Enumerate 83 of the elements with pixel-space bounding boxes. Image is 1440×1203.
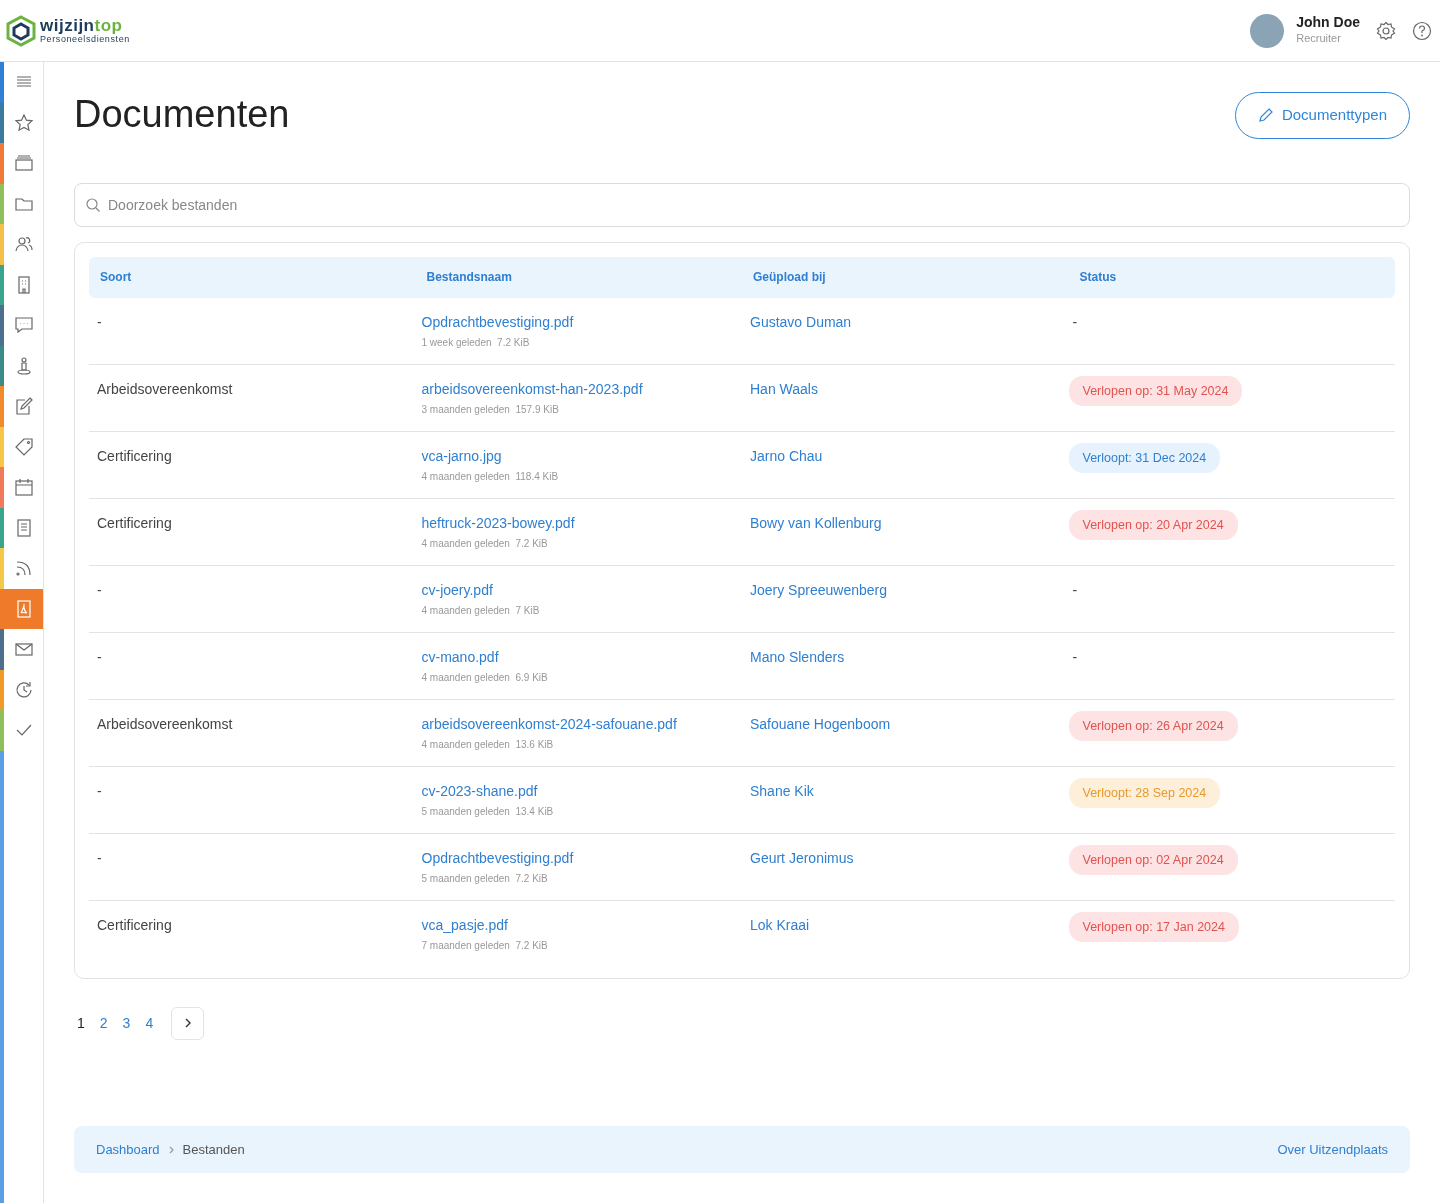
table-cell-text: - [1071, 647, 1078, 667]
table-cell-text: Arbeidsovereenkomst [96, 379, 234, 399]
page-link[interactable]: 2 [96, 1012, 111, 1034]
breadcrumb-item[interactable]: Dashboard [96, 1139, 160, 1160]
table-cell-text: Certificering [96, 915, 173, 935]
breadcrumb-item: Bestanden [182, 1140, 245, 1159]
file-meta: 5 maanden geleden 13.4 KiB [421, 804, 555, 819]
file-link[interactable]: heftruck-2023-bowey.pdf [421, 512, 575, 534]
search-field[interactable]: Doorzoek bestanden [74, 182, 1410, 227]
uploader-link[interactable]: Shane Kik [742, 780, 814, 802]
table-cell-text: Arbeidsovereenkomst [96, 714, 234, 734]
file-link[interactable]: arbeidsovereenkomst-2024-safouane.pdf [421, 713, 677, 735]
uploader-link[interactable]: Safouane Hogenboom [742, 713, 891, 735]
file-link[interactable]: vca_pasje.pdf [421, 914, 508, 936]
file-link[interactable]: cv-joery.pdf [421, 579, 493, 601]
column-header: Bestandsnaam [425, 269, 513, 286]
file-link[interactable]: arbeidsovereenkomst-han-2023.pdf [421, 378, 643, 400]
about-link[interactable]: Over Uitzendplaats [1277, 1139, 1388, 1160]
file-link[interactable]: vca-jarno.jpg [421, 445, 502, 467]
status-badge: Verlopen op: 31 May 2024 [1068, 375, 1243, 407]
calendar-icon [13, 477, 34, 498]
uploader-link[interactable]: Bowy van Kollenburg [742, 512, 882, 534]
brand-tagline: Personeelsdiensten [40, 33, 130, 45]
document-types-button[interactable]: Documenttypen [1234, 92, 1410, 139]
file-link[interactable]: cv-2023-shane.pdf [421, 780, 538, 802]
file-meta: 3 maanden geleden 157.9 KiB [421, 402, 560, 417]
star-icon [13, 112, 34, 133]
table-cell-text: - [96, 580, 103, 600]
table-cell-text: - [96, 647, 103, 667]
uploader-link[interactable]: Geurt Jeronimus [742, 847, 854, 869]
file-meta: 1 week geleden 7.2 KiB [421, 335, 531, 350]
table-cell-text: - [1071, 312, 1078, 332]
file-link[interactable]: Opdrachtbevestiging.pdf [421, 311, 574, 333]
logo-icon [6, 14, 36, 47]
status-badge: Verloopt: 31 Dec 2024 [1068, 442, 1221, 474]
page-link[interactable]: 1 [74, 1012, 88, 1034]
uploader-link[interactable]: Jarno Chau [742, 445, 823, 467]
uploader-link[interactable]: Joery Spreeuwenberg [742, 579, 887, 601]
chevron-right-icon [167, 1145, 175, 1154]
page-link[interactable]: 3 [119, 1012, 134, 1034]
status-badge: Verlopen op: 17 Jan 2024 [1068, 911, 1239, 943]
search-icon [85, 196, 101, 213]
avatar[interactable] [1250, 13, 1285, 48]
column-header: Soort [99, 269, 133, 286]
table-cell-text: - [96, 781, 103, 801]
brand-name: wijzijntop [40, 16, 123, 34]
uploader-link[interactable]: Han Waals [742, 378, 818, 400]
file-meta: 7 maanden geleden 7.2 KiB [421, 938, 549, 953]
table-cell-text: Certificering [96, 446, 173, 466]
user-name: John Doe [1296, 14, 1360, 30]
file-link[interactable]: cv-mano.pdf [421, 646, 499, 668]
table-cell-text: - [96, 848, 103, 868]
file-meta: 4 maanden geleden 13.6 KiB [421, 737, 555, 752]
status-badge: Verlopen op: 20 Apr 2024 [1068, 509, 1238, 541]
status-badge: Verlopen op: 26 Apr 2024 [1068, 710, 1238, 742]
table-cell-text: - [1071, 580, 1078, 600]
uploader-link[interactable]: Lok Kraai [742, 914, 810, 936]
chat-icon [13, 315, 34, 336]
file-meta: 4 maanden geleden 7 KiB [421, 603, 541, 618]
file-meta: 4 maanden geleden 7.2 KiB [421, 536, 549, 551]
table-cell-text: - [96, 312, 103, 332]
status-badge: Verlopen op: 02 Apr 2024 [1068, 844, 1238, 876]
uploader-link[interactable]: Mano Slenders [742, 646, 845, 668]
tag-icon [13, 436, 34, 457]
page-title: Documenten [74, 92, 290, 138]
file-meta: 4 maanden geleden 6.9 KiB [421, 670, 549, 685]
column-header: Status [1078, 269, 1118, 286]
status-badge: Verloopt: 28 Sep 2024 [1068, 777, 1221, 809]
file-meta: 4 maanden geleden 118.4 KiB [421, 469, 560, 484]
page-link[interactable]: 4 [142, 1012, 157, 1034]
settings-icon[interactable] [1376, 20, 1396, 41]
table-cell-text: Certificering [96, 513, 173, 533]
file-meta: 5 maanden geleden 7.2 KiB [421, 871, 549, 886]
pencil-icon [1257, 107, 1274, 124]
column-header: Geüpload bij [752, 269, 827, 286]
edit-icon [13, 396, 34, 417]
stack-icon [13, 153, 34, 174]
history-icon [13, 679, 34, 700]
uploader-link[interactable]: Gustavo Duman [742, 311, 852, 333]
user-role: Recruiter [1296, 30, 1342, 46]
file-link[interactable]: Opdrachtbevestiging.pdf [421, 847, 574, 869]
help-icon[interactable] [1412, 20, 1432, 41]
next-page-button[interactable] [171, 1006, 205, 1040]
